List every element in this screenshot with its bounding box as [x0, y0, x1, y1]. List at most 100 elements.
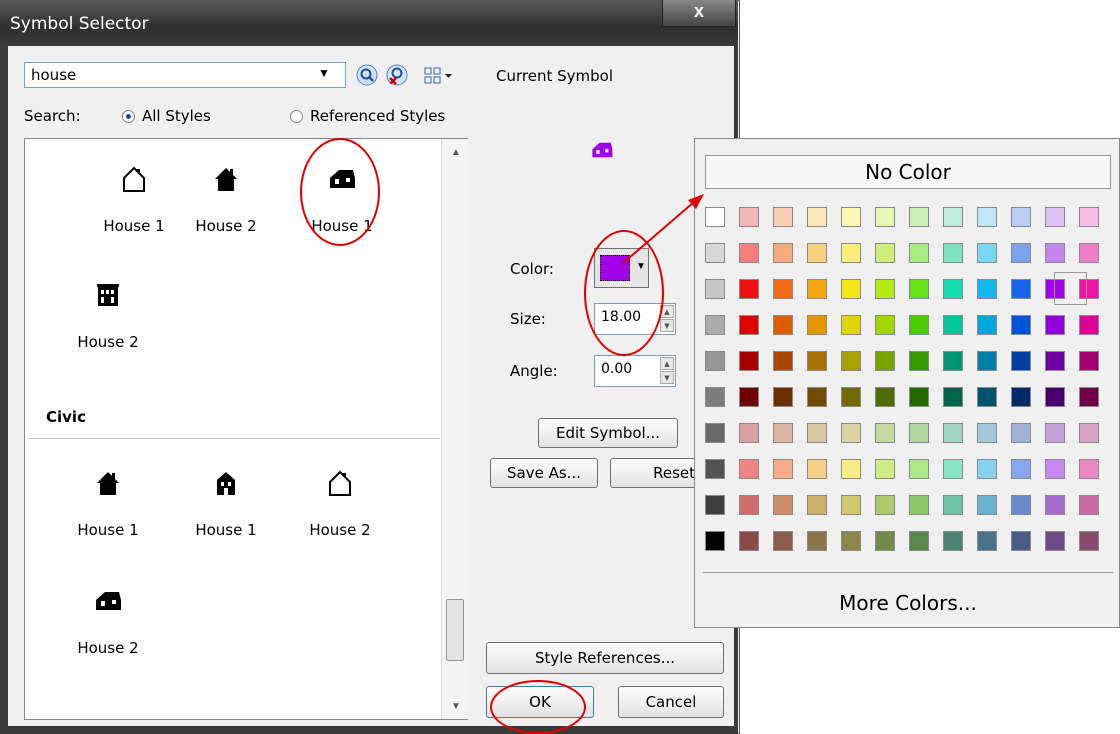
color-swatch-cell[interactable] [977, 423, 997, 443]
color-swatch-cell[interactable] [1011, 495, 1031, 515]
color-swatch-cell[interactable] [875, 207, 895, 227]
color-swatch-cell[interactable] [841, 207, 861, 227]
color-swatch-cell[interactable] [977, 459, 997, 479]
title-bar[interactable]: Symbol Selector x [0, 0, 738, 46]
color-swatch-cell[interactable] [1045, 315, 1065, 335]
color-swatch-cell[interactable] [773, 279, 793, 299]
color-swatch-cell[interactable] [807, 243, 827, 263]
color-swatch-cell[interactable] [739, 459, 759, 479]
color-swatch-cell[interactable] [807, 315, 827, 335]
color-swatch-cell[interactable] [807, 387, 827, 407]
color-swatch-cell[interactable] [739, 387, 759, 407]
color-swatch-cell[interactable] [841, 423, 861, 443]
color-swatch-cell[interactable] [1011, 315, 1031, 335]
color-swatch-cell[interactable] [705, 459, 725, 479]
color-swatch-cell[interactable] [1079, 423, 1099, 443]
color-swatch-cell[interactable] [909, 279, 929, 299]
color-swatch-cell[interactable] [909, 423, 929, 443]
color-swatch-cell[interactable] [977, 315, 997, 335]
color-swatch-cell[interactable] [875, 279, 895, 299]
search-input[interactable]: house [24, 62, 346, 88]
color-swatch-cell[interactable] [773, 243, 793, 263]
clear-search-icon[interactable] [386, 64, 408, 86]
color-swatch-cell[interactable] [1011, 243, 1031, 263]
symbol-item[interactable]: House 1 [176, 468, 276, 539]
color-swatch-cell[interactable] [705, 207, 725, 227]
color-swatch-cell[interactable] [1045, 351, 1065, 371]
color-swatch-cell[interactable] [875, 531, 895, 551]
color-swatch-cell[interactable] [1045, 459, 1065, 479]
color-swatch-cell[interactable] [875, 459, 895, 479]
scrollbar-thumb[interactable] [446, 599, 464, 661]
color-swatch-cell[interactable] [943, 387, 963, 407]
color-swatch-cell[interactable] [841, 387, 861, 407]
color-swatch-cell[interactable] [1079, 243, 1099, 263]
scroll-up-icon[interactable]: ▲ [451, 147, 461, 158]
color-swatch-cell[interactable] [977, 387, 997, 407]
color-swatch-cell[interactable] [705, 531, 725, 551]
edit-symbol-button[interactable]: Edit Symbol... [538, 418, 678, 448]
color-swatch-cell[interactable] [773, 207, 793, 227]
color-swatch-cell[interactable] [1079, 387, 1099, 407]
color-swatch-cell[interactable] [943, 351, 963, 371]
color-swatch-cell[interactable] [739, 315, 759, 335]
color-swatch-cell[interactable] [943, 279, 963, 299]
symbol-item[interactable]: House 2 [176, 164, 276, 235]
color-swatch-cell[interactable] [1045, 207, 1065, 227]
color-swatch-cell[interactable] [705, 387, 725, 407]
symbol-item[interactable]: House 1 [84, 164, 184, 235]
color-swatch-cell[interactable] [705, 243, 725, 263]
color-swatch-cell[interactable] [875, 423, 895, 443]
color-swatch-cell[interactable] [739, 423, 759, 443]
color-swatch-cell[interactable] [739, 531, 759, 551]
color-swatch-cell[interactable] [1079, 207, 1099, 227]
color-swatch-cell[interactable] [739, 243, 759, 263]
color-swatch-cell[interactable] [909, 315, 929, 335]
color-swatch-cell[interactable] [1011, 387, 1031, 407]
color-swatch-cell[interactable] [807, 351, 827, 371]
color-swatch-cell[interactable] [1079, 351, 1099, 371]
color-swatch-cell[interactable] [807, 279, 827, 299]
color-swatch-cell[interactable] [773, 351, 793, 371]
color-swatch-cell[interactable] [977, 279, 997, 299]
color-swatch-cell[interactable] [1011, 207, 1031, 227]
color-swatch-cell[interactable] [1011, 279, 1031, 299]
color-swatch-cell[interactable] [943, 423, 963, 443]
cancel-button[interactable]: Cancel [618, 686, 724, 718]
color-swatch-cell[interactable] [943, 315, 963, 335]
color-swatch-cell[interactable] [1079, 495, 1099, 515]
size-decrease-icon[interactable]: ▼ [660, 319, 674, 332]
color-swatch-cell[interactable] [773, 459, 793, 479]
color-swatch-cell[interactable] [841, 531, 861, 551]
color-swatch-cell[interactable] [943, 531, 963, 551]
symbol-item[interactable]: House 1 [58, 468, 158, 539]
color-swatch-cell[interactable] [909, 243, 929, 263]
all-styles-radio[interactable] [122, 110, 135, 123]
color-swatch-cell[interactable] [977, 495, 997, 515]
color-swatch-cell[interactable] [705, 279, 725, 299]
color-swatch-cell[interactable] [977, 531, 997, 551]
color-swatch-cell[interactable] [875, 351, 895, 371]
color-swatch-cell[interactable] [705, 423, 725, 443]
color-swatch-cell[interactable] [807, 207, 827, 227]
color-swatch-cell[interactable] [909, 495, 929, 515]
more-colors-button[interactable]: More Colors... [695, 591, 1120, 615]
color-swatch-cell[interactable] [943, 243, 963, 263]
view-options-icon[interactable] [424, 66, 454, 86]
angle-stepper[interactable]: 0.00 ▲ ▼ [594, 355, 676, 387]
color-swatch-cell[interactable] [841, 351, 861, 371]
color-swatch-cell[interactable] [977, 243, 997, 263]
angle-increase-icon[interactable]: ▲ [660, 357, 674, 370]
color-swatch-cell[interactable] [773, 387, 793, 407]
color-swatch-cell[interactable] [1011, 459, 1031, 479]
no-color-button[interactable]: No Color [705, 155, 1111, 189]
color-swatch-cell[interactable] [1045, 387, 1065, 407]
color-swatch-cell[interactable] [773, 423, 793, 443]
color-swatch-cell[interactable] [841, 459, 861, 479]
color-swatch-cell[interactable] [841, 495, 861, 515]
color-swatch-cell[interactable] [909, 387, 929, 407]
color-swatch-cell[interactable] [1011, 351, 1031, 371]
referenced-styles-label[interactable]: Referenced Styles [310, 107, 445, 125]
style-references-button[interactable]: Style References... [486, 642, 724, 674]
color-swatch-cell[interactable] [1045, 495, 1065, 515]
